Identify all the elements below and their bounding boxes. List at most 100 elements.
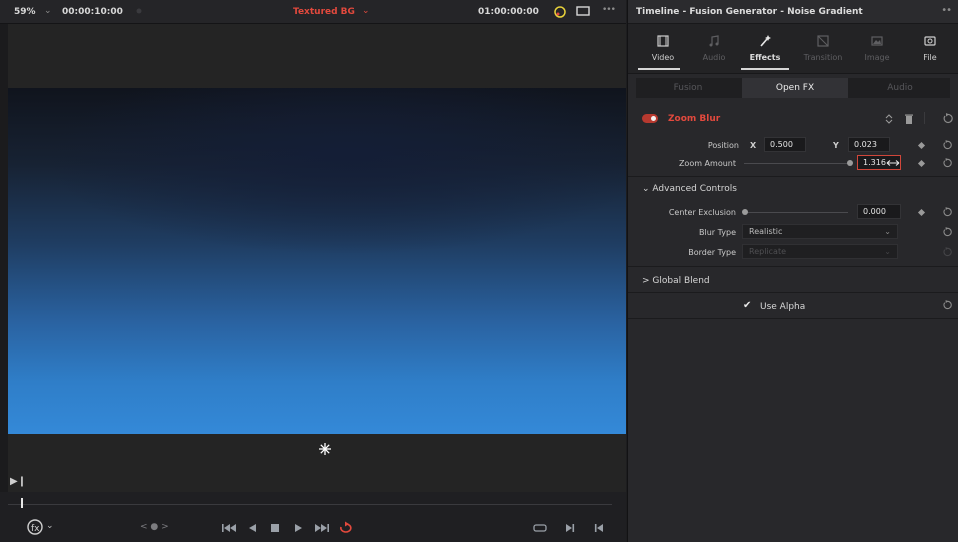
- position-reset-icon[interactable]: [942, 140, 952, 150]
- zoom-amount-slider-handle[interactable]: [847, 160, 853, 166]
- center-exclusion-slider[interactable]: [744, 212, 848, 213]
- position-label: Position: [707, 141, 739, 150]
- border-type-dropdown[interactable]: Replicate ⌄: [742, 244, 898, 259]
- border-type-label: Border Type: [688, 248, 736, 257]
- subtab-open-fx[interactable]: Open FX: [742, 78, 848, 98]
- play-icon[interactable]: [292, 521, 308, 535]
- tab-video[interactable]: Video: [639, 34, 687, 62]
- zoom-blur-header[interactable]: Zoom Blur: [628, 108, 958, 130]
- zoom-amount-label: Zoom Amount: [678, 159, 736, 168]
- fx-tool-icon[interactable]: fx: [26, 518, 44, 536]
- position-y-label: Y: [833, 141, 839, 150]
- viewer-canvas[interactable]: [8, 24, 626, 492]
- reset-effect-icon[interactable]: [942, 113, 953, 124]
- zoom-center-handle-icon[interactable]: [318, 442, 332, 456]
- jump-to-start-icon[interactable]: [221, 521, 237, 535]
- border-type-reset-icon[interactable]: [942, 247, 952, 257]
- viewer-layout-icon[interactable]: [576, 5, 590, 20]
- effects-subtabs: Fusion Open FX Audio: [636, 78, 950, 98]
- keyframe-navigation[interactable]: < ● >: [140, 522, 180, 536]
- header-divider: [924, 112, 925, 124]
- global-blend-header[interactable]: > Global Blend: [642, 276, 710, 286]
- center-exclusion-slider-handle[interactable]: [742, 209, 748, 215]
- use-alpha-reset-icon[interactable]: [942, 300, 952, 310]
- inspector-title-bar: Timeline - Fusion Generator - Noise Grad…: [628, 0, 958, 24]
- effect-name: Zoom Blur: [668, 114, 721, 124]
- expand-collapse-icon[interactable]: [884, 113, 894, 125]
- zoom-chevron-down-icon[interactable]: ⌄: [44, 6, 52, 16]
- tab-image[interactable]: Image: [853, 34, 901, 62]
- image-icon: [871, 36, 883, 46]
- timeline-timecode: 01:00:00:00: [478, 7, 539, 17]
- chevron-down-icon: ⌄: [884, 247, 891, 256]
- tab-effects[interactable]: Effects: [741, 34, 789, 62]
- advanced-controls-header[interactable]: ⌄ Advanced Controls: [642, 184, 737, 194]
- drag-cursor-icon: [886, 160, 900, 166]
- film-icon: [657, 35, 669, 47]
- chevron-right-icon: >: [642, 276, 653, 286]
- center-exclusion-reset-icon[interactable]: [942, 207, 952, 217]
- playhead[interactable]: [21, 498, 23, 508]
- zoom-amount-reset-icon[interactable]: [942, 158, 952, 168]
- blur-type-label: Blur Type: [699, 228, 736, 237]
- tab-audio[interactable]: Audio: [690, 34, 738, 62]
- video-tab-underline: [638, 68, 680, 70]
- divider: [628, 176, 958, 177]
- viewer-panel: 59% ⌄ 00:00:10:00 Textured BG ⌄ 01:00:00…: [0, 0, 626, 542]
- position-keyframe-icon[interactable]: [917, 141, 926, 150]
- go-to-in-point-icon[interactable]: [592, 521, 608, 535]
- loop-icon[interactable]: [338, 521, 354, 535]
- blur-type-reset-icon[interactable]: [942, 227, 952, 237]
- center-exclusion-field[interactable]: 0.000: [857, 204, 901, 219]
- zoom-amount-keyframe-icon[interactable]: [917, 159, 926, 168]
- inspector-panel: Timeline - Fusion Generator - Noise Grad…: [627, 0, 958, 542]
- inspector-options-icon[interactable]: ••: [941, 5, 952, 16]
- subtab-audio[interactable]: Audio: [850, 78, 950, 98]
- viewer-options-more-icon[interactable]: •••: [602, 5, 616, 15]
- tab-file[interactable]: File: [906, 34, 954, 62]
- blur-type-dropdown[interactable]: Realistic ⌄: [742, 224, 898, 239]
- checkmark-icon: ✔: [743, 300, 752, 311]
- dot-icon: [135, 7, 143, 18]
- chevron-down-icon: ⌄: [642, 184, 653, 194]
- viewer-left-strip: [0, 24, 8, 492]
- position-y-field[interactable]: 0.023: [848, 137, 890, 152]
- out-marker-icon: ▶❙: [10, 476, 27, 487]
- effect-enable-toggle[interactable]: [642, 114, 658, 123]
- source-timecode: 00:00:10:00: [62, 7, 123, 17]
- trash-icon[interactable]: [904, 113, 914, 125]
- chevron-down-icon: ⌄: [884, 227, 891, 236]
- jump-to-end-icon[interactable]: [314, 521, 330, 535]
- tab-transition[interactable]: Transition: [799, 34, 847, 62]
- magic-wand-icon: [760, 35, 771, 47]
- zoom-amount-slider[interactable]: [744, 163, 850, 164]
- position-x-field[interactable]: 0.500: [764, 137, 806, 152]
- clip-name-dropdown[interactable]: Textured BG: [293, 7, 355, 17]
- center-exclusion-label: Center Exclusion: [668, 208, 736, 217]
- transition-icon: [817, 35, 829, 47]
- color-picker-icon[interactable]: [553, 5, 567, 22]
- letterbox-bottom: [8, 434, 626, 492]
- scrubber-track: [8, 504, 612, 505]
- clip-chevron-down-icon[interactable]: ⌄: [362, 6, 370, 16]
- divider: [628, 266, 958, 267]
- match-frame-icon[interactable]: [532, 521, 548, 535]
- svg-text:fx: fx: [31, 524, 40, 534]
- zoom-level[interactable]: 59%: [14, 7, 36, 17]
- transport-controls: fx ⌄ < ● >: [0, 512, 626, 542]
- viewer-toolbar: 59% ⌄ 00:00:10:00 Textured BG ⌄ 01:00:00…: [0, 0, 626, 24]
- file-icon: [924, 36, 936, 46]
- effects-tab-underline: [741, 68, 789, 70]
- inspector-tabs: Video Audio Effects Transition Image Fil…: [628, 24, 958, 74]
- divider: [628, 318, 958, 319]
- stop-icon[interactable]: [268, 521, 284, 535]
- center-exclusion-keyframe-icon[interactable]: [917, 208, 926, 217]
- go-to-out-point-icon[interactable]: [563, 521, 579, 535]
- play-reverse-icon[interactable]: [245, 521, 261, 535]
- video-frame[interactable]: [8, 88, 626, 434]
- letterbox-top: [8, 24, 626, 88]
- subtab-fusion[interactable]: Fusion: [636, 78, 740, 98]
- fx-tool-chevron-down-icon[interactable]: ⌄: [46, 521, 62, 535]
- scrubber-bar[interactable]: [8, 497, 612, 509]
- inspector-title: Timeline - Fusion Generator - Noise Grad…: [636, 7, 863, 17]
